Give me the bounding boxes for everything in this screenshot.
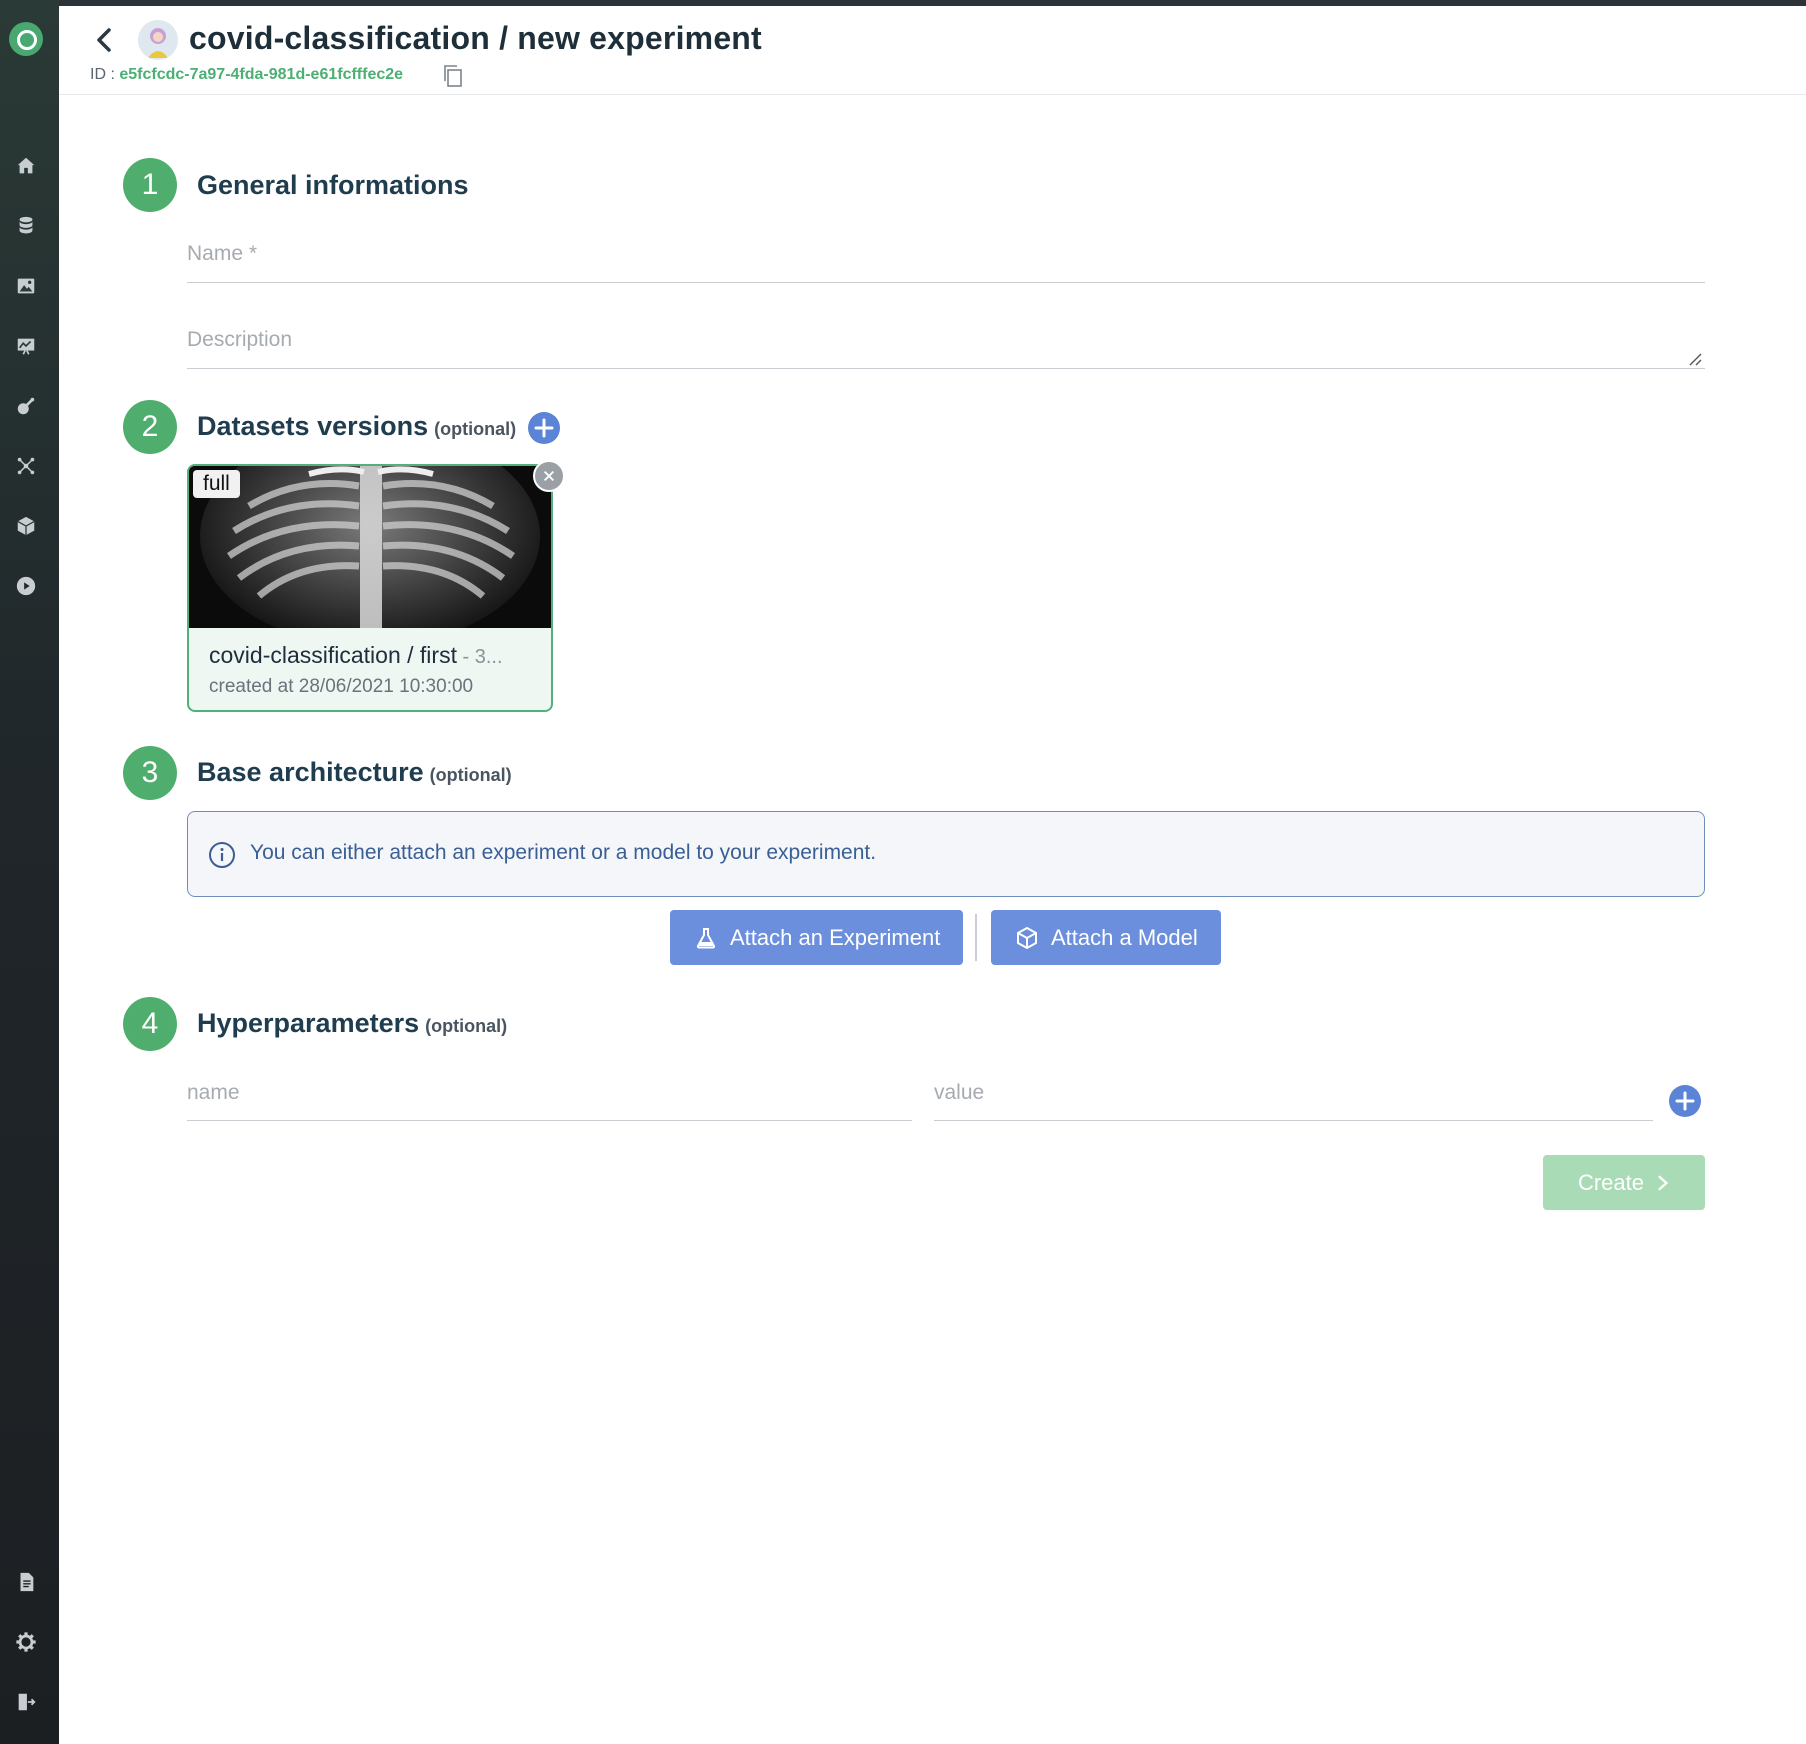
play-icon[interactable] (12, 572, 40, 600)
cube-icon (1017, 926, 1037, 949)
dataset-name: covid-classification / first - 3... (209, 642, 503, 669)
network-icon[interactable] (12, 452, 40, 480)
chart-icon[interactable] (12, 332, 40, 360)
step-3-badge: 3 (123, 746, 177, 800)
page-title: covid-classification / new experiment (189, 20, 762, 56)
home-icon[interactable] (12, 152, 40, 180)
dataset-created-date: created at 28/06/2021 10:30:00 (209, 676, 474, 697)
step-3-optional: (optional) (429, 765, 512, 785)
resize-handle-icon[interactable] (1688, 352, 1702, 366)
hyperparameter-name-field[interactable]: name (187, 1077, 912, 1121)
xray-thumbnail (189, 466, 551, 628)
description-field[interactable]: Description (187, 324, 1705, 369)
step-3-title-text: Base architecture (197, 757, 424, 787)
step-1-title-text: General informations (197, 170, 469, 200)
hyperparameter-value-field[interactable]: value (934, 1077, 1653, 1121)
attach-experiment-button[interactable]: Attach an Experiment (670, 910, 963, 965)
attach-model-label: Attach a Model (1051, 924, 1198, 950)
button-divider (975, 914, 977, 961)
logo-icon[interactable] (9, 22, 43, 56)
plus-icon (534, 418, 554, 438)
step-2-badge: 2 (123, 400, 177, 454)
dataset-tag: full (193, 470, 240, 498)
step-3-title: Base architecture (optional) (197, 757, 512, 788)
chevron-right-icon (1658, 1175, 1669, 1190)
dataset-name-text: covid-classification / first (209, 642, 457, 668)
project-avatar (138, 20, 178, 60)
create-button[interactable]: Create (1543, 1155, 1705, 1210)
create-label: Create (1577, 1169, 1645, 1195)
step-1-title: General informations (197, 170, 469, 201)
step-4-title-text: Hyperparameters (197, 1008, 420, 1038)
flask-icon (696, 927, 716, 948)
gear-icon[interactable] (12, 1628, 40, 1656)
info-icon (208, 841, 236, 869)
step-2-title-text: Datasets versions (197, 411, 429, 441)
remove-dataset-button[interactable] (533, 460, 565, 492)
add-hyperparameter-button[interactable] (1669, 1085, 1701, 1117)
dataset-version-card[interactable]: full covid-classification / first - 3...… (187, 464, 553, 712)
sidebar (0, 0, 59, 1744)
flask-icon[interactable] (12, 392, 40, 420)
document-icon[interactable] (12, 1568, 40, 1596)
attach-experiment-label: Attach an Experiment (730, 924, 941, 950)
id-value[interactable]: e5fcfcdc-7a97-4fda-981d-e61fcfffec2e (119, 66, 403, 83)
step-1-badge: 1 (123, 158, 177, 212)
copy-icon[interactable] (442, 64, 464, 88)
close-icon (543, 470, 555, 482)
step-2-title: Datasets versions (optional) (197, 411, 516, 442)
image-icon[interactable] (12, 272, 40, 300)
hyperparameter-value-placeholder: value (934, 1081, 985, 1104)
step-4-optional: (optional) (425, 1016, 508, 1036)
back-button[interactable] (89, 22, 121, 58)
info-text: You can either attach an experiment or a… (250, 841, 877, 864)
page-header: covid-classification / new experiment ID… (59, 6, 1806, 95)
description-placeholder: Description (187, 328, 293, 351)
dataset-name-suffix: - 3... (456, 646, 503, 668)
info-alert: You can either attach an experiment or a… (187, 811, 1705, 897)
plus-icon (1675, 1091, 1695, 1111)
database-icon[interactable] (12, 212, 40, 240)
hyperparameter-name-placeholder: name (187, 1081, 240, 1104)
id-label: ID : (90, 66, 120, 83)
step-4-badge: 4 (123, 997, 177, 1051)
name-field[interactable]: Name * (187, 238, 1705, 283)
logout-icon[interactable] (12, 1688, 40, 1716)
attach-model-button[interactable]: Attach a Model (991, 910, 1221, 965)
name-placeholder: Name * (187, 242, 258, 265)
add-dataset-button[interactable] (528, 412, 560, 444)
step-2-optional: (optional) (434, 419, 517, 439)
cube-icon[interactable] (12, 512, 40, 540)
step-4-title: Hyperparameters (optional) (197, 1008, 507, 1039)
experiment-id: ID : e5fcfcdc-7a97-4fda-981d-e61fcfffec2… (90, 66, 403, 84)
